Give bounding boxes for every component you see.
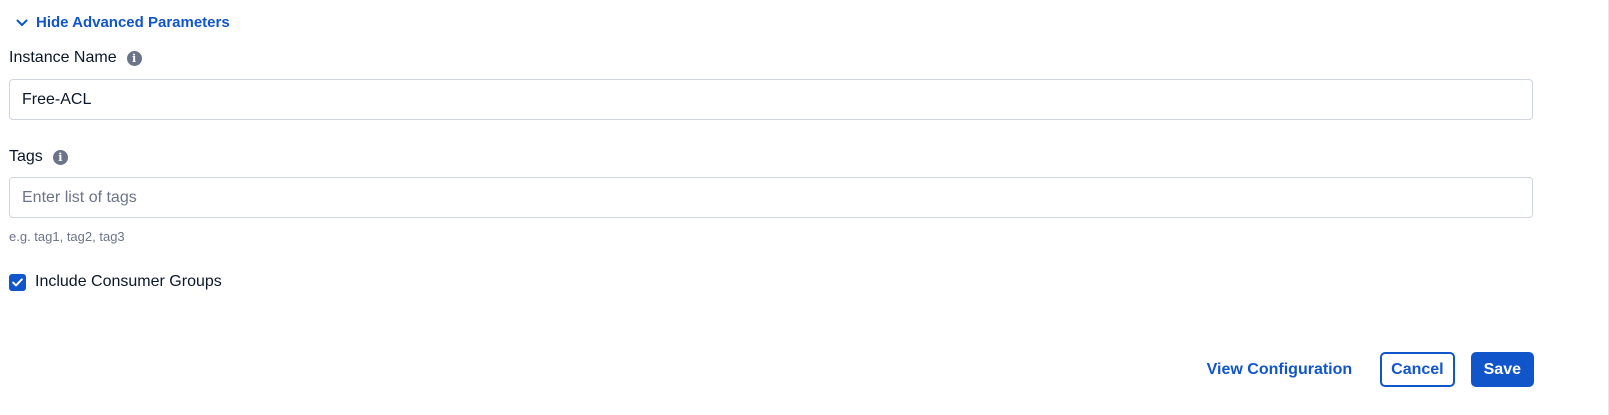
hide-advanced-parameters-toggle[interactable]: Hide Advanced Parameters (16, 14, 230, 31)
include-consumer-groups-label: Include Consumer Groups (35, 273, 222, 290)
instance-name-label-row: Instance Name i (9, 49, 142, 67)
cancel-button[interactable]: Cancel (1380, 352, 1455, 387)
save-button[interactable]: Save (1470, 352, 1534, 387)
checkmark-icon (12, 277, 23, 286)
include-consumer-groups-row[interactable]: Include Consumer Groups (9, 273, 222, 291)
tags-label-row: Tags i (9, 148, 68, 166)
advanced-parameters-form: Hide Advanced Parameters Instance Name i… (0, 0, 1609, 415)
toggle-label: Hide Advanced Parameters (36, 14, 230, 31)
include-consumer-groups-checkbox[interactable] (9, 273, 26, 291)
tags-label: Tags (9, 148, 43, 165)
instance-name-label: Instance Name (9, 49, 117, 66)
info-icon[interactable]: i (52, 149, 68, 165)
form-actions: View Configuration Cancel Save (1195, 352, 1534, 387)
instance-name-input[interactable] (9, 79, 1533, 120)
info-icon[interactable]: i (126, 50, 142, 66)
tags-help-text: e.g. tag1, tag2, tag3 (9, 229, 125, 244)
tags-input[interactable] (9, 177, 1533, 218)
chevron-down-icon (16, 19, 28, 27)
view-configuration-button[interactable]: View Configuration (1195, 352, 1364, 387)
